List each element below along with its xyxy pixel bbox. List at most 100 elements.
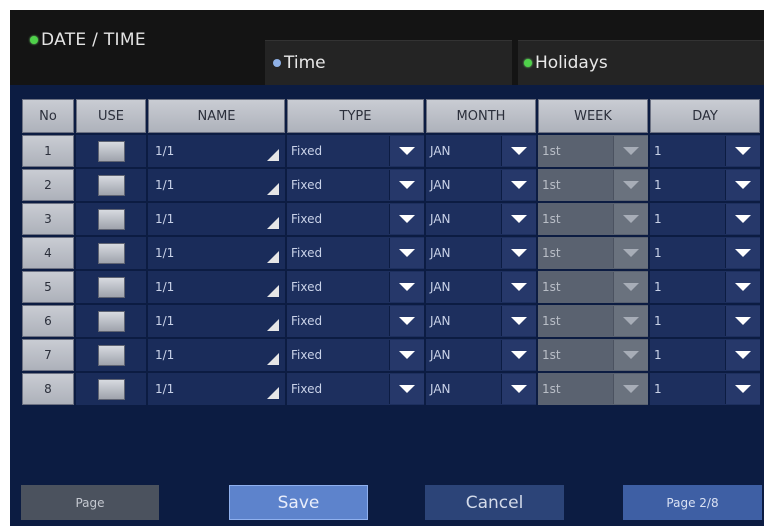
type-select[interactable]: Fixed	[287, 271, 424, 303]
name-field[interactable]: 1/1	[148, 305, 285, 337]
name-field[interactable]: 1/1	[148, 373, 285, 405]
chevron-down-icon	[623, 351, 639, 359]
use-checkbox[interactable]	[97, 208, 125, 230]
day-select[interactable]: 1	[650, 305, 760, 337]
type-select[interactable]: Fixed	[287, 169, 424, 201]
dropdown-button[interactable]	[389, 340, 424, 370]
day-select[interactable]: 1	[650, 135, 760, 167]
use-checkbox[interactable]	[97, 310, 125, 332]
month-select[interactable]: JAN	[426, 373, 536, 405]
type-select[interactable]: Fixed	[287, 373, 424, 405]
use-checkbox[interactable]	[97, 378, 125, 400]
type-select[interactable]: Fixed	[287, 305, 424, 337]
week-select: 1st	[538, 305, 648, 337]
col-header-week: WEEK	[538, 99, 648, 133]
name-value: 1/1	[155, 280, 175, 294]
month-select[interactable]: JAN	[426, 271, 536, 303]
month-select[interactable]: JAN	[426, 237, 536, 269]
table-header-row: No USE NAME TYPE MONTH WEEK DAY	[22, 99, 760, 133]
week-select: 1st	[538, 339, 648, 371]
day-select[interactable]: 1	[650, 339, 760, 371]
name-field[interactable]: 1/1	[148, 203, 285, 235]
name-field[interactable]: 1/1	[148, 135, 285, 167]
dropdown-button	[613, 374, 648, 404]
tab-holidays[interactable]: Holidays	[518, 40, 764, 85]
use-cell	[76, 271, 146, 303]
dropdown-button[interactable]	[501, 340, 536, 370]
type-select[interactable]: Fixed	[287, 339, 424, 371]
dropdown-button[interactable]	[725, 136, 760, 166]
type-select[interactable]: Fixed	[287, 237, 424, 269]
chevron-down-icon	[511, 351, 527, 359]
corner-edit-icon	[267, 183, 279, 195]
dropdown-button[interactable]	[725, 238, 760, 268]
use-checkbox[interactable]	[97, 140, 125, 162]
dropdown-button[interactable]	[501, 374, 536, 404]
dropdown-button[interactable]	[389, 204, 424, 234]
chevron-down-icon	[735, 283, 751, 291]
dropdown-button[interactable]	[501, 306, 536, 336]
name-field[interactable]: 1/1	[148, 339, 285, 371]
day-select[interactable]: 1	[650, 237, 760, 269]
week-value: 1st	[542, 348, 561, 362]
dropdown-button[interactable]	[389, 306, 424, 336]
page-indicator-button[interactable]: Page 2/8	[623, 485, 762, 520]
dropdown-button[interactable]	[725, 272, 760, 302]
save-button[interactable]: Save	[229, 485, 368, 520]
chevron-down-icon	[399, 181, 415, 189]
use-checkbox[interactable]	[97, 242, 125, 264]
corner-edit-icon	[267, 217, 279, 229]
month-select[interactable]: JAN	[426, 339, 536, 371]
corner-edit-icon	[267, 319, 279, 331]
use-checkbox[interactable]	[97, 174, 125, 196]
day-select[interactable]: 1	[650, 271, 760, 303]
dropdown-button[interactable]	[389, 136, 424, 166]
dropdown-button[interactable]	[501, 136, 536, 166]
month-select[interactable]: JAN	[426, 135, 536, 167]
month-value: JAN	[430, 382, 451, 396]
chevron-down-icon	[735, 147, 751, 155]
dropdown-button[interactable]	[389, 238, 424, 268]
name-field[interactable]: 1/1	[148, 237, 285, 269]
name-value: 1/1	[155, 144, 175, 158]
dropdown-button[interactable]	[725, 374, 760, 404]
dropdown-button[interactable]	[725, 204, 760, 234]
name-field[interactable]: 1/1	[148, 169, 285, 201]
month-select[interactable]: JAN	[426, 305, 536, 337]
dropdown-button[interactable]	[725, 340, 760, 370]
dropdown-button[interactable]	[501, 204, 536, 234]
dropdown-button[interactable]	[389, 272, 424, 302]
use-checkbox[interactable]	[97, 276, 125, 298]
cancel-button[interactable]: Cancel	[425, 485, 564, 520]
chevron-down-icon	[399, 283, 415, 291]
page-button[interactable]: Page	[21, 485, 159, 520]
tab-time[interactable]: Time	[265, 40, 512, 85]
day-value: 1	[654, 382, 662, 396]
dropdown-button[interactable]	[389, 170, 424, 200]
dropdown-button[interactable]	[725, 306, 760, 336]
section-title-label: DATE / TIME	[41, 30, 146, 50]
type-select[interactable]: Fixed	[287, 203, 424, 235]
col-header-use: USE	[76, 99, 146, 133]
month-select[interactable]: JAN	[426, 169, 536, 201]
type-select[interactable]: Fixed	[287, 135, 424, 167]
use-checkbox[interactable]	[97, 344, 125, 366]
name-field[interactable]: 1/1	[148, 271, 285, 303]
dropdown-button[interactable]	[725, 170, 760, 200]
use-cell	[76, 135, 146, 167]
row-number: 2	[22, 169, 74, 201]
day-select[interactable]: 1	[650, 373, 760, 405]
dropdown-button[interactable]	[501, 170, 536, 200]
dropdown-button[interactable]	[389, 374, 424, 404]
chevron-down-icon	[399, 385, 415, 393]
day-value: 1	[654, 280, 662, 294]
type-value: Fixed	[291, 382, 323, 396]
type-value: Fixed	[291, 314, 323, 328]
chevron-down-icon	[623, 215, 639, 223]
day-select[interactable]: 1	[650, 203, 760, 235]
day-select[interactable]: 1	[650, 169, 760, 201]
dropdown-button[interactable]	[501, 238, 536, 268]
row-number: 6	[22, 305, 74, 337]
month-select[interactable]: JAN	[426, 203, 536, 235]
dropdown-button[interactable]	[501, 272, 536, 302]
